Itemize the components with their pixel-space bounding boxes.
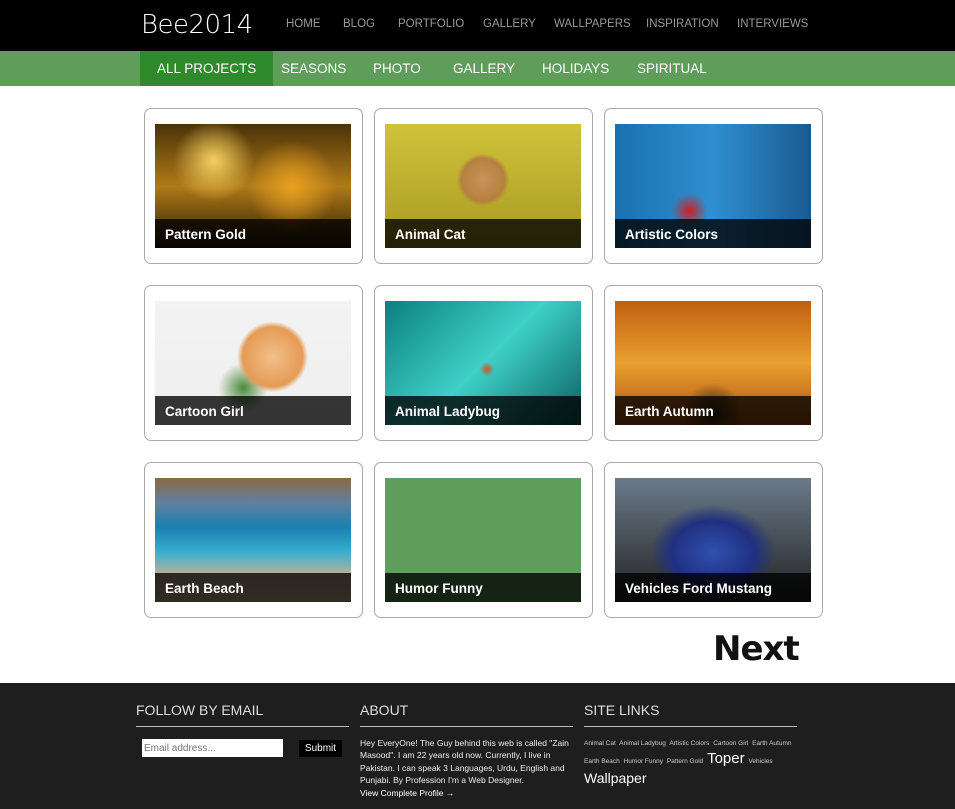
tag-link[interactable]: Humor Funny (624, 758, 663, 765)
nav-portfolio[interactable]: PORTFOLIO (398, 18, 464, 30)
project-card[interactable]: Vehicles Ford Mustang (604, 462, 823, 618)
project-title[interactable]: Cartoon Girl (155, 396, 351, 425)
site-logo[interactable]: Bee2014 (141, 10, 253, 40)
project-thumbnail[interactable]: Cartoon Girl (155, 301, 351, 425)
project-title[interactable]: Pattern Gold (155, 219, 351, 248)
project-title[interactable]: Artistic Colors (615, 219, 811, 248)
project-thumbnail[interactable]: Humor Funny (385, 478, 581, 602)
project-thumbnail[interactable]: Earth Beach (155, 478, 351, 602)
email-input[interactable] (142, 739, 283, 757)
tag-cloud: Animal Cat Animal Ladybug Artistic Color… (584, 736, 799, 787)
project-title[interactable]: Animal Ladybug (385, 396, 581, 425)
tag-link[interactable]: Artistic Colors (669, 740, 709, 747)
tab-all-projects[interactable]: ALL PROJECTS (140, 51, 274, 86)
about-text: Hey EveryOne! The Guy behind this web is… (360, 738, 569, 786)
next-page-button[interactable]: Next (713, 629, 800, 669)
project-card[interactable]: Pattern Gold (144, 108, 363, 264)
nav-home[interactable]: HOME (286, 18, 321, 30)
project-card[interactable]: Humor Funny (374, 462, 593, 618)
category-nav: ALL PROJECTS SEASONS PHOTO GALLERY HOLID… (0, 51, 955, 86)
project-thumbnail[interactable]: Animal Cat (385, 124, 581, 248)
project-title[interactable]: Animal Cat (385, 219, 581, 248)
tab-holidays[interactable]: HOLIDAYS (525, 51, 626, 86)
nav-blog[interactable]: BLOG (343, 18, 375, 30)
project-card[interactable]: Artistic Colors (604, 108, 823, 264)
project-title[interactable]: Vehicles Ford Mustang (615, 573, 811, 602)
tag-link[interactable]: Cartoon Girl (713, 740, 748, 747)
project-thumbnail[interactable]: Artistic Colors (615, 124, 811, 248)
tag-link[interactable]: Vehicles (748, 758, 772, 765)
site-links-heading: SITE LINKS (584, 702, 797, 727)
tag-link[interactable]: Earth Autumn (752, 740, 791, 747)
nav-wallpapers[interactable]: WALLPAPERS (554, 18, 631, 30)
project-title[interactable]: Humor Funny (385, 573, 581, 602)
tag-link[interactable]: Toper (707, 750, 745, 767)
nav-interviews[interactable]: INTERVIEWS (737, 18, 808, 30)
project-card[interactable]: Cartoon Girl (144, 285, 363, 441)
tab-photo[interactable]: PHOTO (356, 51, 438, 86)
project-thumbnail[interactable]: Earth Autumn (615, 301, 811, 425)
project-thumbnail[interactable]: Animal Ladybug (385, 301, 581, 425)
project-card[interactable]: Earth Beach (144, 462, 363, 618)
tab-seasons[interactable]: SEASONS (264, 51, 363, 86)
about-heading: ABOUT (360, 702, 573, 727)
tab-gallery[interactable]: GALLERY (436, 51, 532, 86)
about-section: Hey EveryOne! The Guy behind this web is… (360, 737, 575, 799)
follow-heading: FOLLOW BY EMAIL (136, 702, 349, 727)
submit-button[interactable]: Submit (299, 740, 342, 757)
tag-link[interactable]: Earth Beach (584, 758, 620, 765)
project-title[interactable]: Earth Beach (155, 573, 351, 602)
tag-link[interactable]: Pattern Gold (667, 758, 704, 765)
top-bar: Bee2014 HOME BLOG PORTFOLIO GALLERY WALL… (0, 0, 955, 51)
view-profile-link[interactable]: View Complete Profile → (360, 787, 575, 799)
nav-gallery[interactable]: GALLERY (483, 18, 536, 30)
tag-link[interactable]: Animal Cat (584, 740, 616, 747)
nav-inspiration[interactable]: INSPIRATION (646, 18, 719, 30)
project-thumbnail[interactable]: Pattern Gold (155, 124, 351, 248)
project-title[interactable]: Earth Autumn (615, 396, 811, 425)
project-card[interactable]: Earth Autumn (604, 285, 823, 441)
tab-spiritual[interactable]: SPIRITUAL (620, 51, 724, 86)
tag-link[interactable]: Animal Ladybug (619, 740, 666, 747)
project-thumbnail[interactable]: Vehicles Ford Mustang (615, 478, 811, 602)
footer: FOLLOW BY EMAIL Submit ABOUT Hey EveryOn… (0, 683, 955, 809)
project-card[interactable]: Animal Ladybug (374, 285, 593, 441)
tag-link[interactable]: Wallpaper (584, 769, 797, 787)
project-card[interactable]: Animal Cat (374, 108, 593, 264)
